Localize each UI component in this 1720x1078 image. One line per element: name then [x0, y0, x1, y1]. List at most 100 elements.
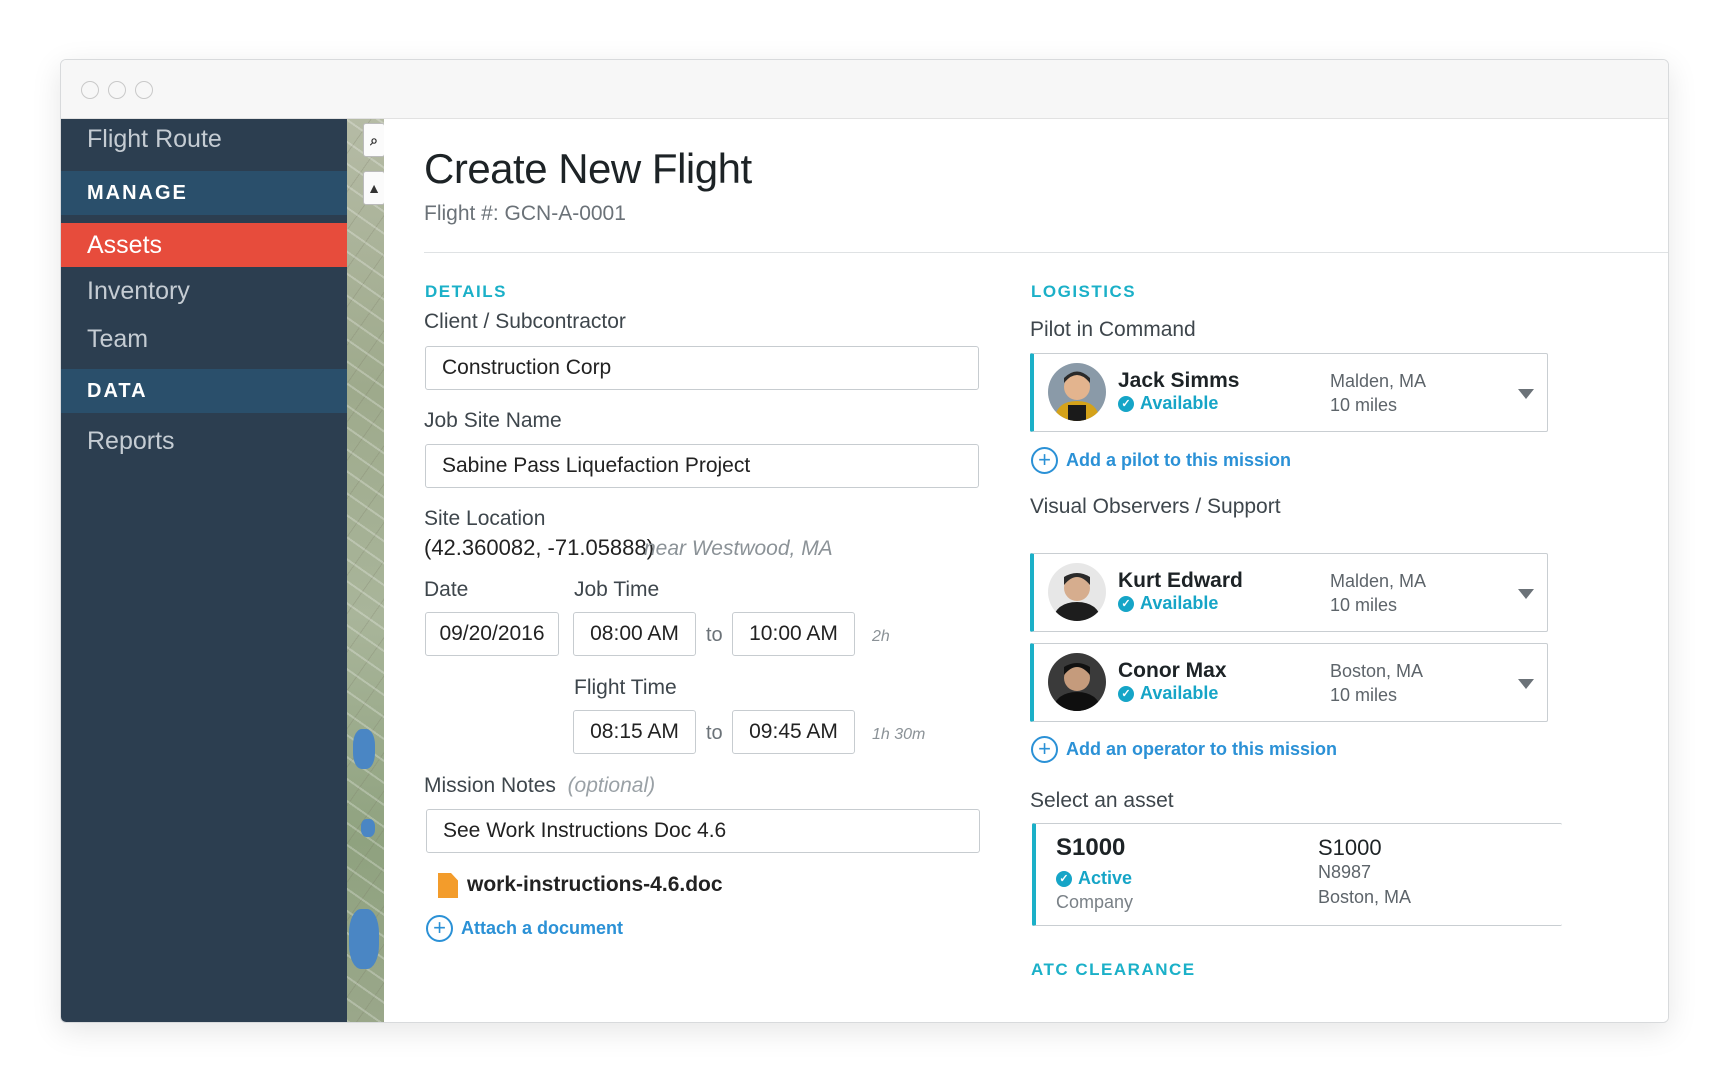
site-location-label: Site Location — [424, 507, 546, 530]
chevron-down-icon[interactable] — [1518, 589, 1534, 599]
notes-label-text: Mission Notes — [424, 774, 556, 797]
observer-card[interactable]: Conor Max ✓ Available Boston, MA 10 miles — [1030, 643, 1548, 722]
observer-card[interactable]: Kurt Edward ✓ Available Malden, MA 10 mile… — [1030, 553, 1548, 632]
attachment-link[interactable]: work-instructions-4.6.doc — [467, 873, 723, 897]
sidebar-item-reports[interactable]: Reports — [61, 419, 347, 463]
mission-notes-label: Mission Notes (optional) — [424, 774, 655, 798]
observer-distance: 10 miles — [1330, 685, 1398, 705]
observer-distance: 10 miles — [1330, 595, 1398, 615]
job-site-value: Sabine Pass Liquefaction Project — [442, 454, 751, 477]
page-title: Create New Flight — [424, 145, 752, 192]
chevron-down-icon[interactable] — [1518, 679, 1534, 689]
date-value: 09/20/2016 — [439, 622, 545, 645]
observer-city: Malden, MA — [1330, 571, 1427, 591]
observer-status-text: Available — [1140, 683, 1219, 703]
attach-document-button[interactable]: + Attach a document — [426, 915, 623, 942]
avatar — [1048, 363, 1106, 421]
map-background[interactable]: ⌕ ▲ — [347, 119, 385, 1022]
sidebar-item-team[interactable]: Team — [61, 317, 347, 361]
window-zoom-button[interactable] — [135, 81, 153, 99]
avatar — [1048, 563, 1106, 621]
job-end-value: 10:00 AM — [749, 622, 838, 645]
asset-label: Select an asset — [1030, 789, 1174, 812]
map-water — [361, 819, 375, 837]
observer-status: ✓ Available — [1118, 683, 1218, 704]
sidebar-section-data: DATA — [61, 369, 347, 413]
plus-circle-icon: + — [1031, 736, 1058, 763]
client-value: Construction Corp — [442, 356, 612, 379]
map-water — [349, 909, 379, 969]
sidebar-item-inventory[interactable]: Inventory — [61, 269, 347, 313]
check-circle-icon: ✓ — [1118, 595, 1134, 612]
flight-number: Flight #: GCN-A-0001 — [424, 202, 626, 225]
pilot-name: Jack Simms — [1118, 369, 1240, 392]
add-operator-label: Add an operator to this mission — [1066, 739, 1338, 759]
observer-location: Boston, MA 10 miles — [1330, 659, 1423, 707]
window-close-button[interactable] — [81, 81, 99, 99]
flight-end-value: 09:45 AM — [749, 720, 838, 743]
add-pilot-button[interactable]: + Add a pilot to this mission — [1031, 447, 1291, 474]
observer-status-text: Available — [1140, 593, 1219, 613]
check-circle-icon: ✓ — [1118, 685, 1134, 702]
atc-clearance-heading: ATC CLEARANCE — [1031, 960, 1196, 979]
sidebar-item-label: Reports — [87, 426, 175, 455]
plus-circle-icon: + — [426, 915, 453, 942]
sidebar-item-label: Team — [87, 324, 149, 353]
job-end-input[interactable]: 10:00 AM — [732, 612, 855, 656]
asset-location: Boston, MA — [1318, 887, 1412, 907]
chevron-down-icon[interactable] — [1518, 389, 1534, 399]
header-divider — [424, 252, 1668, 253]
sidebar-item-label: Inventory — [87, 276, 190, 305]
client-input[interactable]: Construction Corp — [425, 346, 979, 390]
job-start-value: 08:00 AM — [590, 622, 679, 645]
asset-details: S1000 N8987 Boston, MA — [1318, 835, 1411, 910]
create-flight-form: Create New Flight Flight #: GCN-A-0001 D… — [384, 119, 1668, 1022]
pilot-status: ✓ Available — [1118, 393, 1218, 414]
asset-tail-number: N8987 — [1318, 862, 1372, 882]
mission-notes-input[interactable]: See Work Instructions Doc 4.6 — [426, 809, 980, 853]
map-water — [353, 729, 375, 769]
flight-start-input[interactable]: 08:15 AM — [573, 710, 696, 754]
check-circle-icon: ✓ — [1118, 395, 1134, 412]
section-label: DATA — [87, 379, 148, 402]
map-search-icon[interactable]: ⌕ — [363, 123, 385, 157]
job-time-label: Job Time — [574, 578, 660, 601]
asset-card[interactable]: S1000 ✓ Active Company S1000 N8987 Boston… — [1032, 823, 1562, 926]
flight-end-input[interactable]: 09:45 AM — [732, 710, 855, 754]
map-layer-icon[interactable]: ▲ — [363, 171, 385, 205]
section-label: MANAGE — [87, 181, 188, 204]
flight-time-label: Flight Time — [574, 676, 677, 699]
attach-document-label: Attach a document — [461, 918, 624, 938]
observer-name: Conor Max — [1118, 659, 1227, 682]
sidebar-section-manage: MANAGE — [61, 171, 347, 215]
details-heading: DETAILS — [425, 282, 507, 301]
flight-duration: 1h 30m — [872, 726, 926, 743]
sidebar-item-label: Flight Route — [87, 124, 222, 153]
job-site-label: Job Site Name — [424, 409, 562, 432]
flight-to: to — [706, 722, 723, 744]
pilot-label: Pilot in Command — [1030, 318, 1196, 341]
window-titlebar — [61, 60, 1668, 119]
sidebar-item-assets[interactable]: Assets — [61, 223, 347, 267]
sidebar-item-flight-route[interactable]: Flight Route — [61, 119, 347, 159]
add-pilot-label: Add a pilot to this mission — [1066, 450, 1291, 470]
avatar — [1048, 653, 1106, 711]
document-icon — [438, 873, 458, 898]
window-minimize-button[interactable] — [108, 81, 126, 99]
logistics-heading: LOGISTICS — [1031, 282, 1137, 301]
job-to: to — [706, 624, 723, 646]
job-start-input[interactable]: 08:00 AM — [573, 612, 696, 656]
observer-location: Malden, MA 10 miles — [1330, 569, 1426, 617]
asset-status: ✓ Active — [1056, 868, 1132, 889]
date-label: Date — [424, 578, 469, 601]
site-near: near Westwood, MA — [644, 537, 833, 560]
notes-optional: (optional) — [567, 774, 656, 797]
date-input[interactable]: 09/20/2016 — [425, 612, 559, 656]
job-site-input[interactable]: Sabine Pass Liquefaction Project — [425, 444, 979, 488]
pilot-card[interactable]: Jack Simms ✓ Available Malden, MA 10 miles — [1030, 353, 1548, 432]
pilot-location: Malden, MA 10 miles — [1330, 369, 1426, 417]
add-operator-button[interactable]: + Add an operator to this mission — [1031, 736, 1337, 763]
pilot-status-text: Available — [1140, 393, 1219, 413]
sidebar: Flight Route MANAGE Assets Inventory Tea… — [61, 119, 347, 1022]
job-duration: 2h — [872, 628, 890, 645]
